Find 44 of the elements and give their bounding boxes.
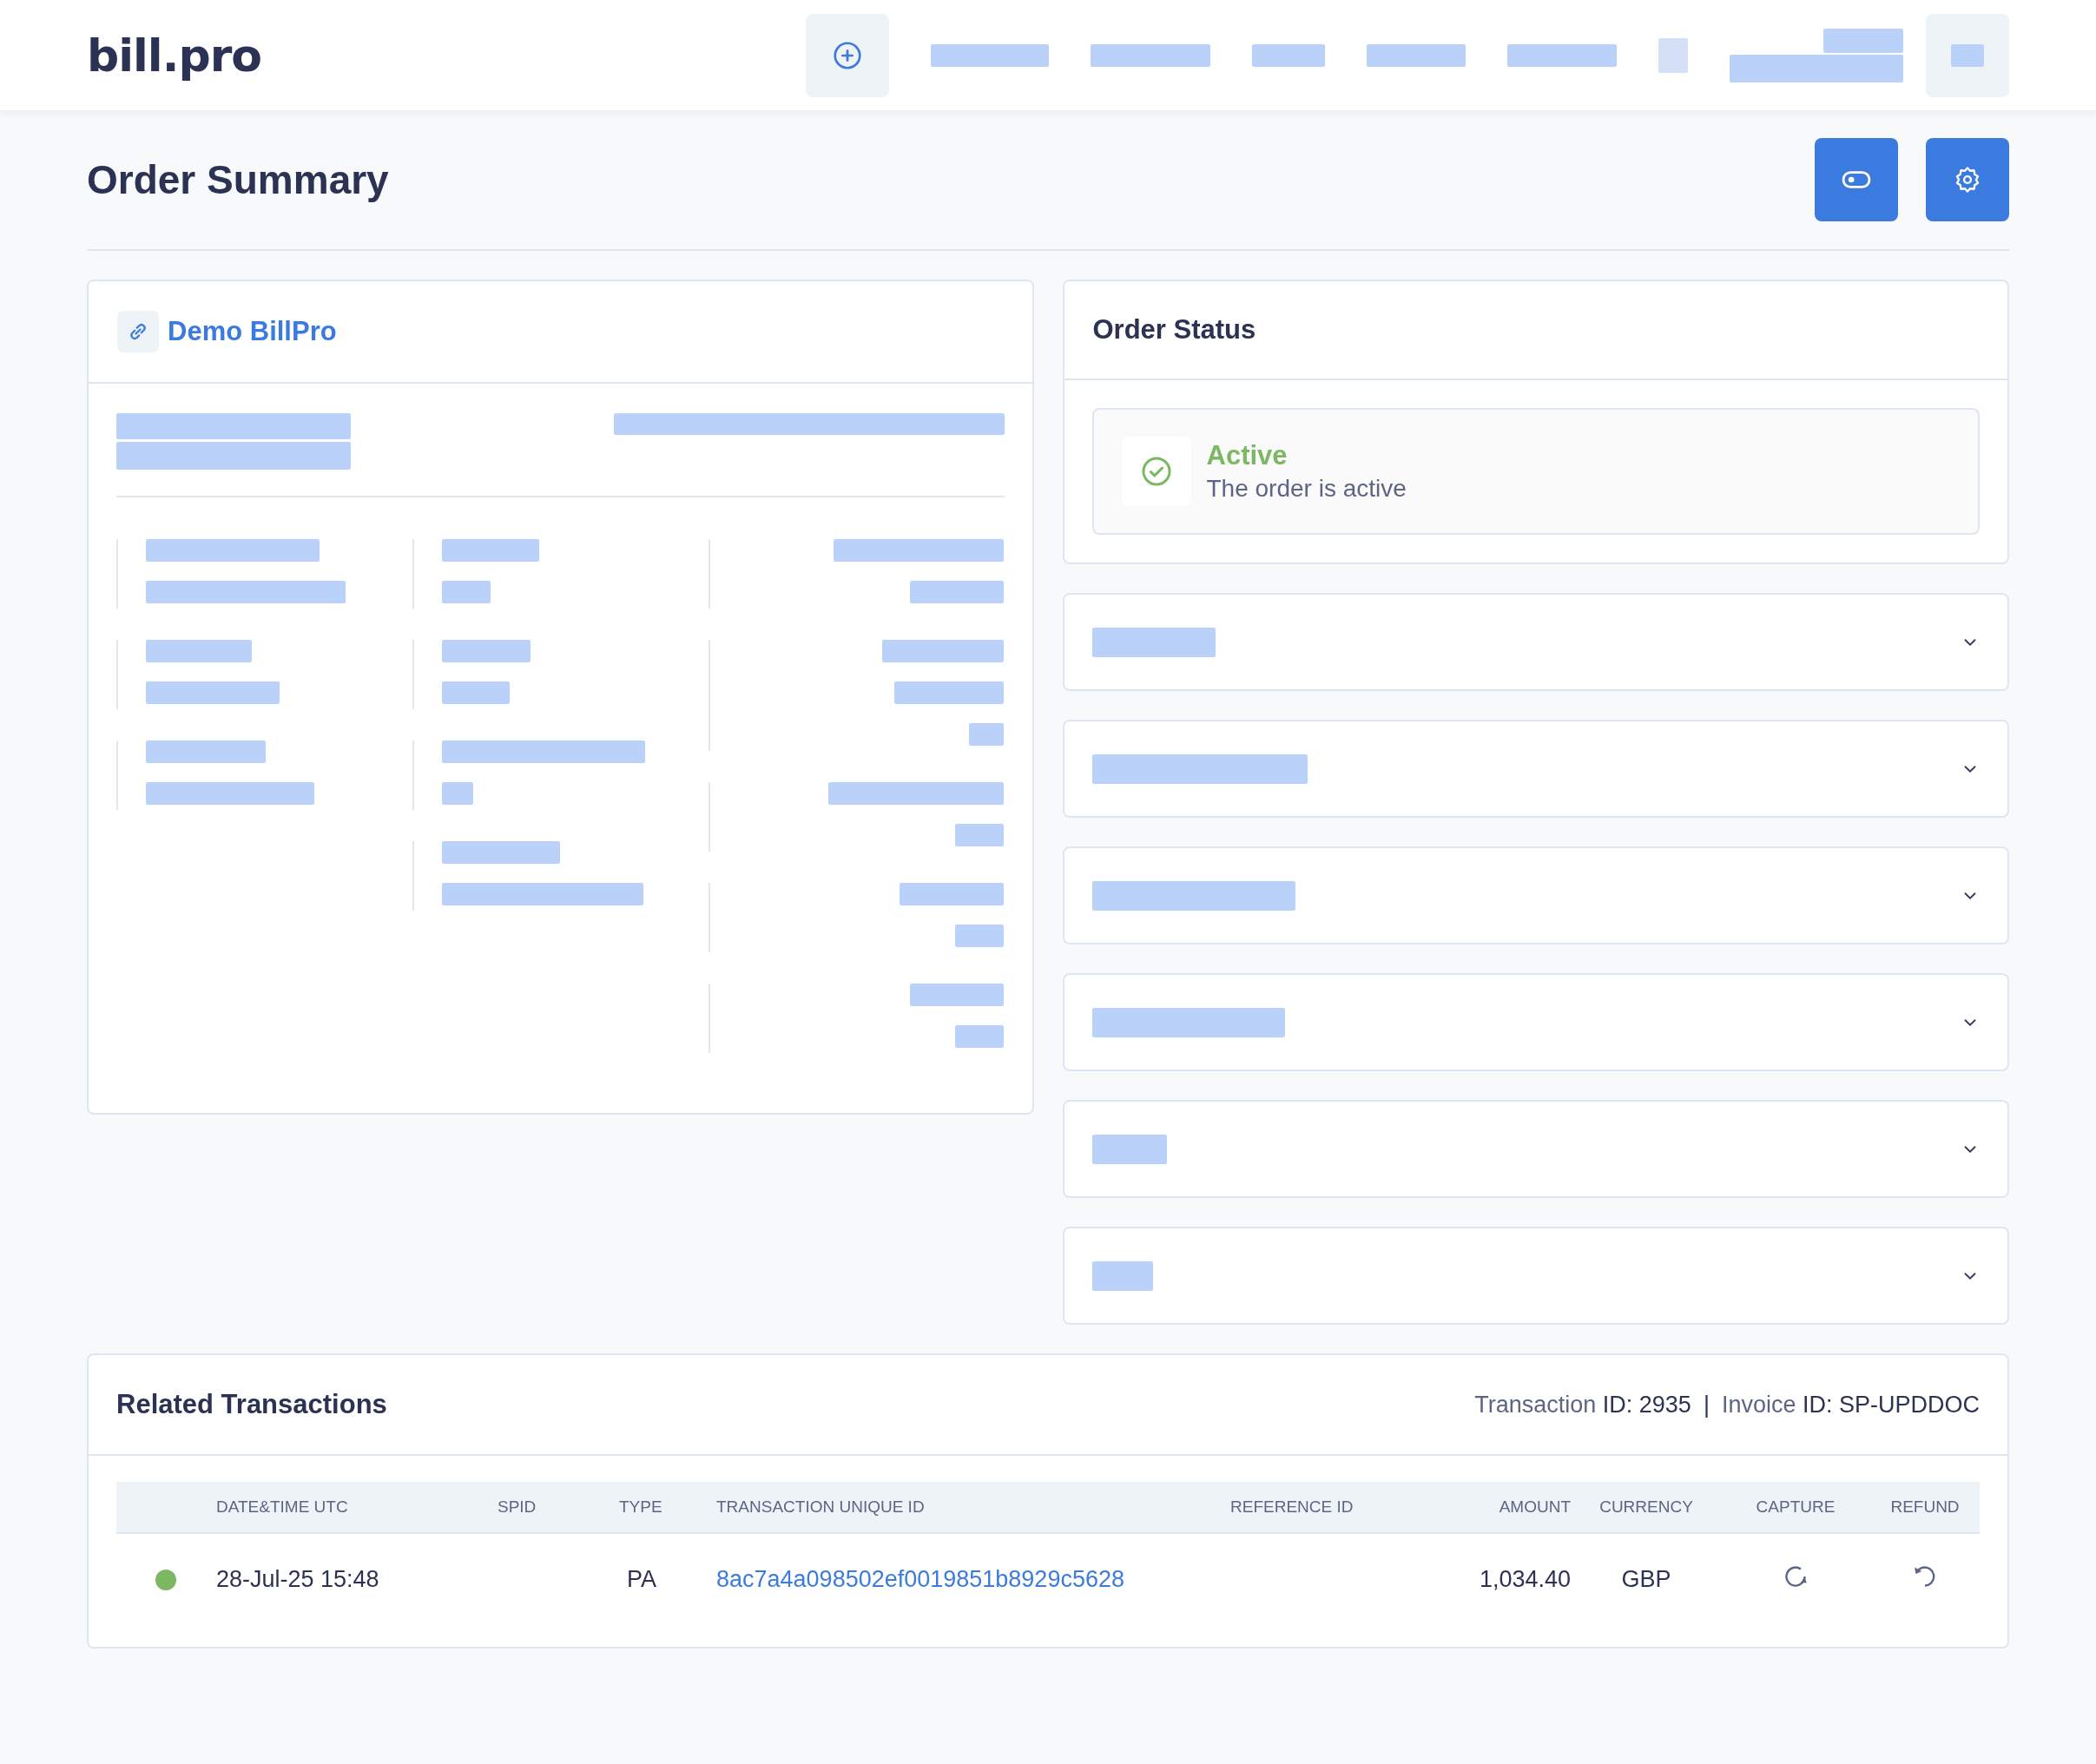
card-title: Order Status (1092, 314, 1256, 346)
column-header: TRANSACTION UNIQUE ID (716, 1497, 925, 1516)
card-title: Related Transactions (116, 1389, 387, 1420)
column-header: TYPE (619, 1497, 662, 1516)
redacted-block (955, 925, 1005, 947)
column-header: CAPTURE (1756, 1497, 1836, 1516)
status-label: Active (1206, 440, 1289, 471)
merchant-link[interactable]: Demo BillPro (168, 316, 337, 347)
logo[interactable]: bill.pro (87, 29, 262, 82)
accordion-header[interactable] (1062, 1100, 2009, 1198)
table-cell: GBP (1621, 1565, 1671, 1592)
column-header: CURRENCY (1599, 1497, 1693, 1516)
plus-circle-icon (832, 39, 863, 71)
table-cell: 28-Jul-25 15:48 (216, 1565, 379, 1592)
redacted-block (441, 581, 491, 603)
redacted-block (1091, 1260, 1153, 1291)
accordion-header[interactable] (1062, 973, 2009, 1071)
add-button[interactable] (806, 13, 889, 97)
column-header: REFUND (1890, 1497, 1960, 1516)
column-header: DATE&TIME UTC (216, 1497, 348, 1516)
table-cell: PA (627, 1565, 656, 1592)
transaction-id: Transaction ID: 2935 (1474, 1391, 1691, 1418)
column-header: AMOUNT (1499, 1497, 1571, 1516)
redacted-block (441, 782, 473, 805)
settings-button[interactable] (1926, 138, 2009, 221)
column-header: REFERENCE ID (1230, 1497, 1354, 1516)
column-header: SPID (498, 1497, 537, 1516)
accordion-header[interactable] (1062, 593, 2009, 691)
status-description: The order is active (1206, 475, 1407, 503)
toggle-button[interactable] (1815, 138, 1898, 221)
user-menu-button[interactable] (1926, 13, 2009, 97)
accordion-header[interactable] (1062, 846, 2009, 945)
accordion-header[interactable] (1062, 1227, 2009, 1325)
page-title: Order Summary (87, 156, 389, 203)
redacted-block (1658, 37, 1688, 73)
transaction-link[interactable]: 8ac7a4a098502ef0019851b8929c5628 (716, 1565, 1124, 1592)
table-cell: 1,034.40 (1479, 1565, 1571, 1592)
redacted-block (969, 723, 1005, 746)
accordion-header[interactable] (1062, 720, 2009, 818)
redacted-block (955, 1025, 1005, 1048)
invoice-id: Invoice ID: SP-UPDDOC (1721, 1391, 1980, 1418)
separator-text: | (1703, 1391, 1710, 1418)
redacted-block (955, 824, 1005, 846)
link-icon (117, 311, 159, 352)
